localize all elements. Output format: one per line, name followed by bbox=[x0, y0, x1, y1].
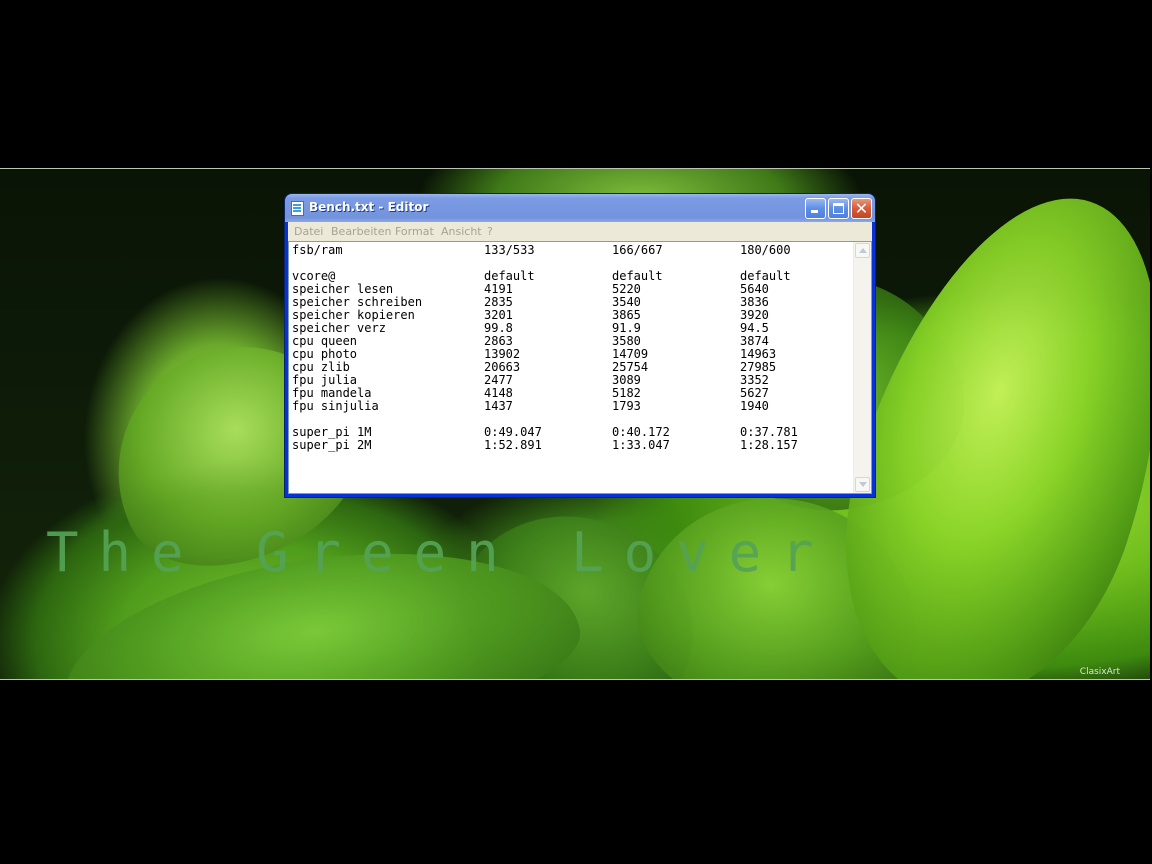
arrow-down-icon bbox=[859, 482, 867, 487]
scroll-down-button[interactable] bbox=[855, 477, 870, 492]
window-title: Bench.txt - Editor bbox=[309, 200, 429, 214]
benchmark-value: 1940 bbox=[740, 399, 769, 413]
notepad-icon[interactable] bbox=[291, 201, 304, 216]
editor-client-area[interactable]: fsb/ram 133/533 166/667 180/600 vcore@ defaul… bbox=[288, 241, 872, 494]
notepad-window[interactable]: Bench.txt - Editor ✕ Datei Bearbeiten Fo… bbox=[284, 193, 876, 498]
benchmark-value: 1:28.157 bbox=[740, 438, 798, 452]
close-icon: ✕ bbox=[854, 199, 869, 218]
benchmark-value: 180/600 bbox=[740, 244, 791, 257]
menu-bearbeiten[interactable]: Bearbeiten bbox=[331, 225, 391, 238]
benchmark-value: 166/667 bbox=[612, 244, 663, 257]
benchmark-value: 1793 bbox=[612, 399, 641, 413]
maximize-icon bbox=[833, 203, 844, 214]
scroll-up-button[interactable] bbox=[855, 243, 870, 258]
benchmark-label: fpu sinjulia bbox=[292, 399, 379, 413]
text-line: super_pi 2M 1:52.891 1:33.047 1:28.157 bbox=[292, 439, 851, 452]
menu-bar: Datei Bearbeiten Format Ansicht ? bbox=[288, 222, 872, 241]
menu-ansicht[interactable]: Ansicht bbox=[441, 225, 482, 238]
maximize-button[interactable] bbox=[828, 198, 849, 219]
benchmark-label: fsb/ram bbox=[292, 244, 343, 257]
menu-format[interactable]: Format bbox=[395, 225, 434, 238]
wallpaper-tagline: The Green Lover bbox=[46, 521, 834, 584]
benchmark-value: 133/533 bbox=[484, 244, 535, 257]
text-line: fpu sinjulia 1437 1793 1940 bbox=[292, 400, 851, 413]
benchmark-label: super_pi 2M bbox=[292, 438, 372, 452]
benchmark-value: 1:33.047 bbox=[612, 438, 670, 452]
close-button[interactable]: ✕ bbox=[851, 198, 872, 219]
minimize-button[interactable] bbox=[805, 198, 826, 219]
text-editor[interactable]: fsb/ram 133/533 166/667 180/600 vcore@ defaul… bbox=[292, 244, 851, 493]
wallpaper-signature: ClasixArt bbox=[1079, 667, 1120, 677]
menu-help[interactable]: ? bbox=[487, 225, 493, 238]
benchmark-value: 1437 bbox=[484, 399, 513, 413]
menu-datei[interactable]: Datei bbox=[294, 225, 323, 238]
title-bar[interactable]: Bench.txt - Editor ✕ bbox=[285, 194, 875, 222]
vertical-scrollbar[interactable] bbox=[853, 242, 871, 493]
arrow-up-icon bbox=[859, 248, 867, 253]
benchmark-value: 1:52.891 bbox=[484, 438, 542, 452]
minimize-icon bbox=[811, 210, 818, 213]
text-line: fsb/ram 133/533 166/667 180/600 bbox=[292, 244, 851, 257]
